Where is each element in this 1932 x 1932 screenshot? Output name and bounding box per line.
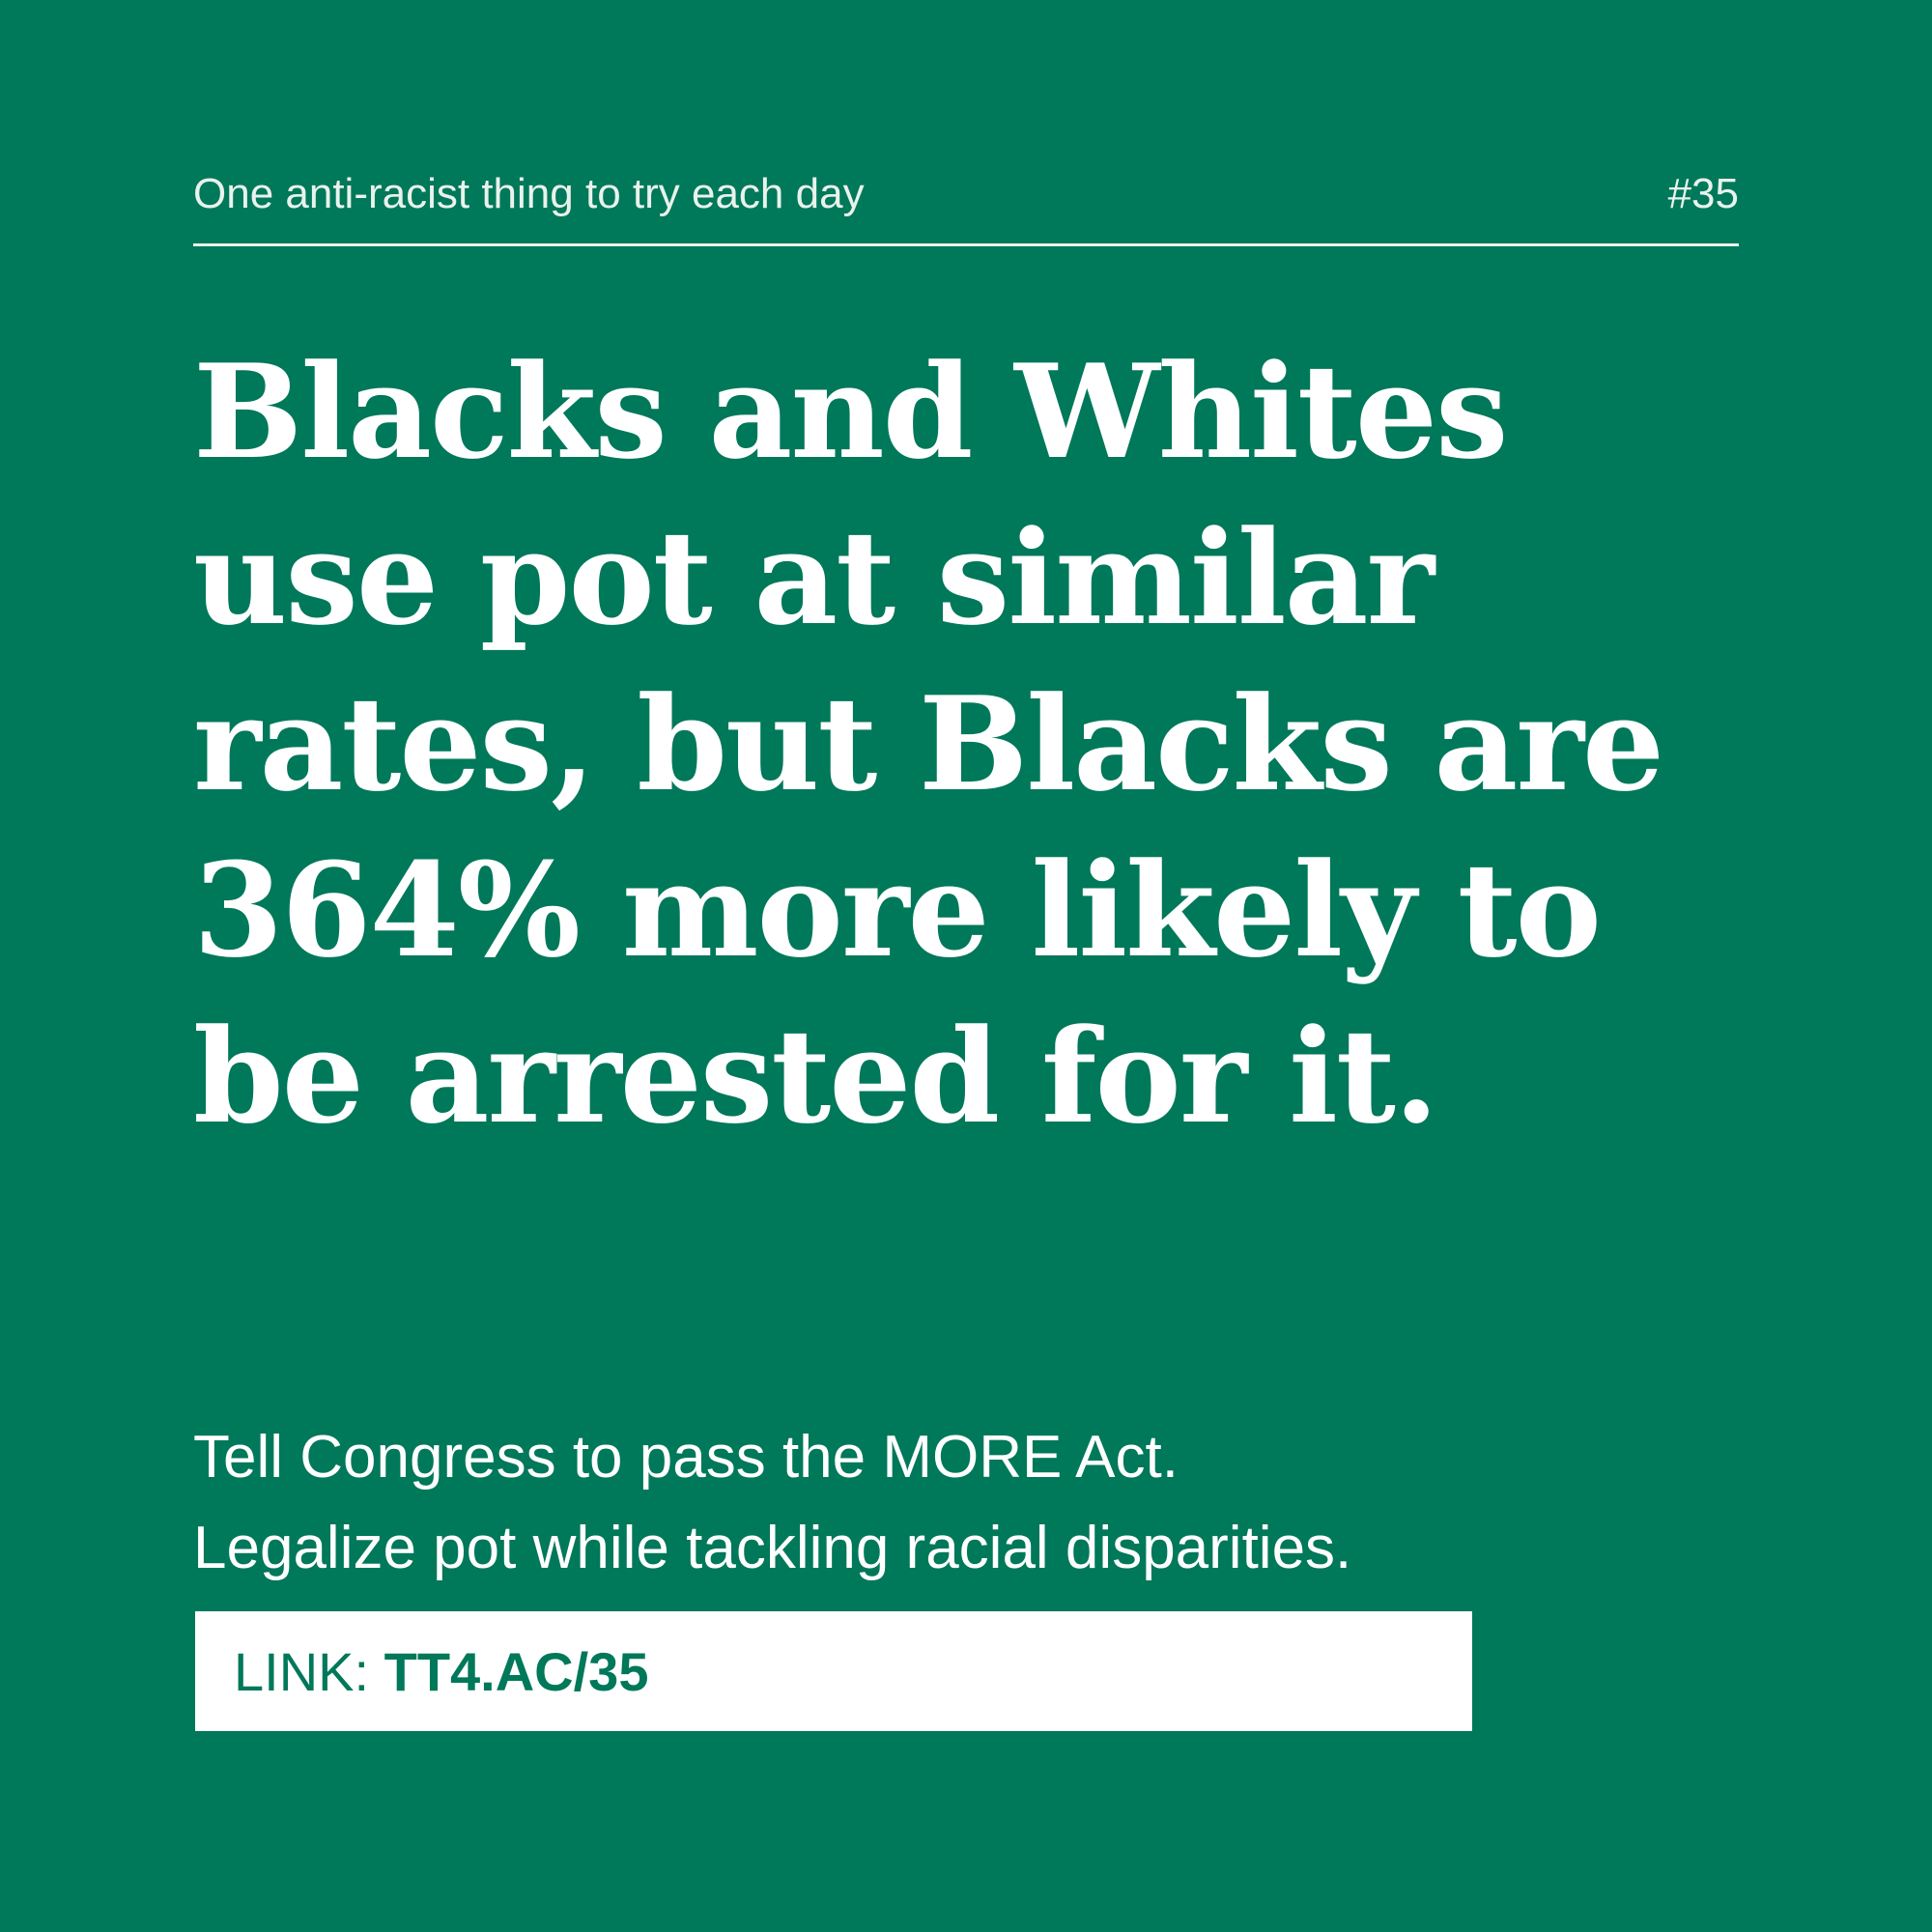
headline-line: use pot at similar (193, 501, 1435, 654)
headline-line: rates, but Blacks are (193, 668, 1664, 820)
call-to-action: Tell Congress to pass the MORE Act. Lega… (193, 1412, 1700, 1594)
headline-line: be arrested for it. (193, 1000, 1439, 1152)
header-bar: One anti-racist thing to try each day #3… (193, 166, 1739, 246)
action-line: Tell Congress to pass the MORE Act. (193, 1424, 1179, 1491)
issue-number: #35 (1667, 170, 1739, 217)
headline-line: 364% more likely to (193, 834, 1602, 986)
link-url[interactable]: TT4.AC/35 (384, 1640, 649, 1703)
link-box[interactable]: LINK: TT4.AC/35 (195, 1611, 1472, 1731)
action-line: Legalize pot while tackling racial dispa… (193, 1515, 1352, 1581)
series-label: One anti-racist thing to try each day (193, 170, 865, 217)
headline: Blacks and Whites use pot at similar rat… (193, 328, 1700, 1159)
link-prefix: LINK: (234, 1640, 384, 1702)
headline-line: Blacks and Whites (193, 335, 1509, 488)
